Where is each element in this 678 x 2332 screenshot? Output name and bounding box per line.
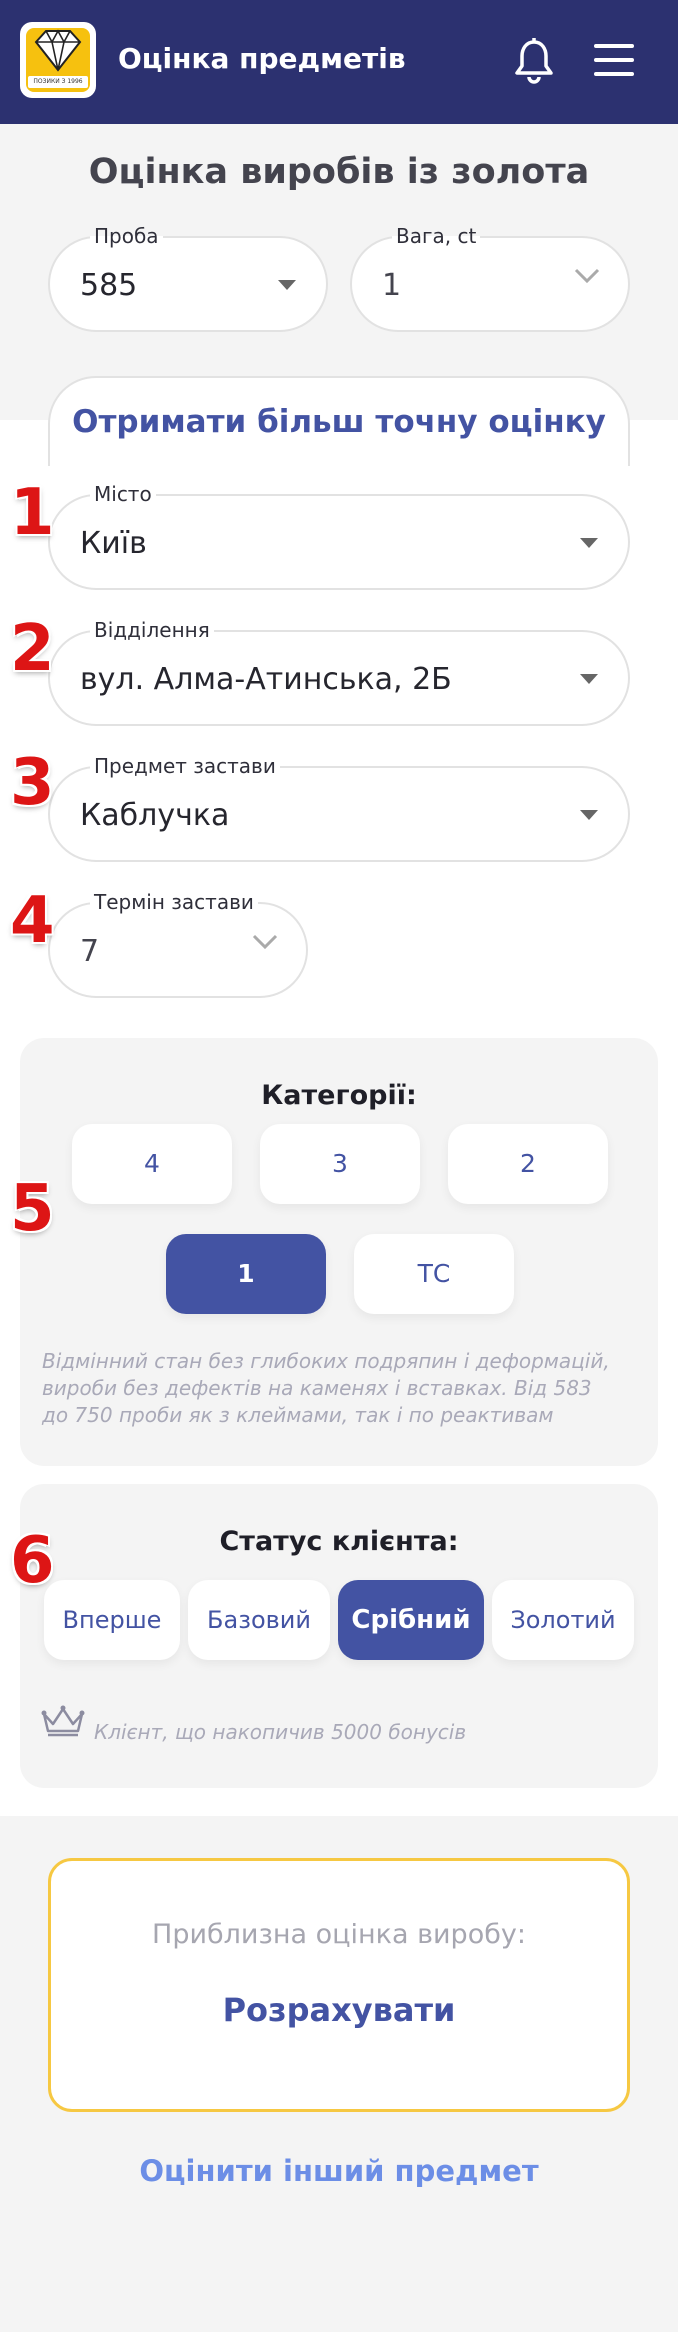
status-chip-basic[interactable]: Базовий [188,1580,330,1660]
weight-value: 1 [382,268,402,303]
pledge-item-label: Предмет застави [90,754,280,778]
estimate-result-box: Приблизна оцінка виробу: Розрахувати [48,1858,630,2112]
category-description: Відмінний стан без глибоких подряпин і д… [42,1349,610,1427]
caret-down-icon [580,538,598,548]
app-header: ПОЗИКИ З 1996 Оцінка предметів [0,0,678,124]
marker-1: 1 [10,476,55,550]
city-label: Місто [90,482,156,506]
pledge-term-value: 7 [80,934,100,969]
pledge-term-select[interactable]: Термін застави 7 [48,890,308,998]
bell-icon[interactable] [512,38,556,84]
marker-2: 2 [10,612,55,686]
category-chip-2[interactable]: 2 [448,1124,608,1204]
category-chip-1[interactable]: 1 [166,1234,326,1314]
crown-icon [41,1705,85,1737]
logo-tagline: ПОЗИКИ З 1996 [28,76,88,88]
estimate-label: Приблизна оцінка виробу: [152,1919,526,1950]
estimate-another-item-link[interactable]: Оцінити інший предмет [0,2154,678,2188]
accurate-estimate-tab-label: Отримати більш точну оцінку [72,404,606,440]
hamburger-menu-icon[interactable] [594,44,634,76]
client-status-title: Статус клієнта: [219,1526,459,1557]
marker-4: 4 [10,884,55,958]
marker-6: 6 [10,1524,55,1598]
gold-estimate-title: Оцінка виробів із золота [88,152,590,192]
pledge-item-value: Каблучка [80,798,230,833]
city-select[interactable]: Місто Київ [48,482,630,590]
pledge-item-select[interactable]: Предмет застави Каблучка [48,754,630,862]
categories-title: Категорії: [261,1080,417,1111]
caret-down-icon [278,280,296,290]
weight-select[interactable]: Вага, ct 1 [350,224,630,332]
city-value: Київ [80,526,147,561]
status-chip-first-time[interactable]: Вперше [44,1580,180,1660]
category-chip-3[interactable]: 3 [260,1124,420,1204]
status-chip-gold[interactable]: Золотий [492,1580,634,1660]
fineness-select[interactable]: Проба 585 [48,224,328,332]
app-title: Оцінка предметів [118,42,406,75]
caret-down-icon [580,674,598,684]
marker-5: 5 [10,1172,55,1246]
weight-label: Вага, ct [392,224,481,248]
fineness-label: Проба [90,224,163,248]
client-status-note: Клієнт, що накопичив 5000 бонусів [94,1720,467,1744]
caret-down-icon [580,810,598,820]
accurate-estimate-tab[interactable]: Отримати більш точну оцінку [48,376,630,466]
category-chip-4[interactable]: 4 [72,1124,232,1204]
branch-value: вул. Алма-Атинська, 2Б [80,662,452,697]
branch-select[interactable]: Відділення вул. Алма-Атинська, 2Б [48,618,630,726]
branch-label: Відділення [90,618,214,642]
category-chip-tc[interactable]: ТС [354,1234,514,1314]
calculate-button[interactable]: Розрахувати [51,1991,627,2029]
pledge-term-label: Термін застави [90,890,258,914]
fineness-value: 585 [80,268,138,303]
diamond-icon [34,29,82,72]
chevron-down-icon [574,268,600,284]
chevron-down-icon [252,934,278,950]
logo[interactable]: ПОЗИКИ З 1996 [20,22,96,98]
client-status-card: Статус клієнта: Вперше Базовий Срібний З… [20,1484,658,1788]
categories-card: Категорії: 4 3 2 1 ТС Відмінний стан без… [20,1038,658,1466]
marker-3: 3 [10,746,55,820]
status-chip-silver[interactable]: Срібний [338,1580,484,1660]
